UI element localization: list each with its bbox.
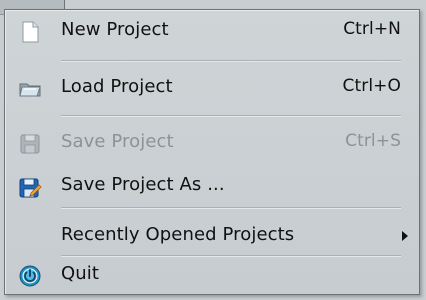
menu-item-new-project[interactable]: New Project Ctrl+N — [5, 10, 419, 52]
menu-item-load-project[interactable]: Load Project Ctrl+O — [5, 67, 419, 109]
menu-item-label: Save Project As ... — [61, 174, 225, 195]
menu-item-label: Recently Opened Projects — [61, 224, 295, 245]
menu-item-label: Load Project — [61, 76, 173, 97]
menu-item-shortcut: Ctrl+O — [342, 76, 401, 96]
application-screen: New Project Ctrl+N Load Project Ctrl+O S… — [0, 0, 426, 300]
menu-item-shortcut: Ctrl+S — [345, 131, 401, 151]
save-disk-icon — [18, 132, 42, 154]
save-as-icon — [18, 175, 42, 198]
menu-item-shortcut: Ctrl+N — [343, 19, 401, 39]
menu-item-save-project-as[interactable]: Save Project As ... — [5, 165, 419, 207]
menu-item-label: Save Project — [61, 131, 174, 152]
menu-separator — [61, 60, 401, 62]
menu-item-recently-opened-projects[interactable]: Recently Opened Projects — [5, 215, 419, 257]
project-context-menu: New Project Ctrl+N Load Project Ctrl+O S… — [4, 9, 420, 295]
menu-item-label: Quit — [61, 263, 100, 284]
menu-separator — [61, 207, 401, 209]
menu-item-quit[interactable]: Quit — [5, 254, 419, 296]
load-folder-icon — [18, 77, 42, 99]
menu-item-save-project[interactable]: Save Project Ctrl+S — [5, 122, 419, 164]
menu-item-label: New Project — [61, 19, 169, 40]
submenu-arrow-icon — [402, 231, 408, 241]
quit-icon — [18, 264, 42, 287]
menu-separator — [61, 115, 401, 117]
new-document-icon — [18, 20, 42, 43]
